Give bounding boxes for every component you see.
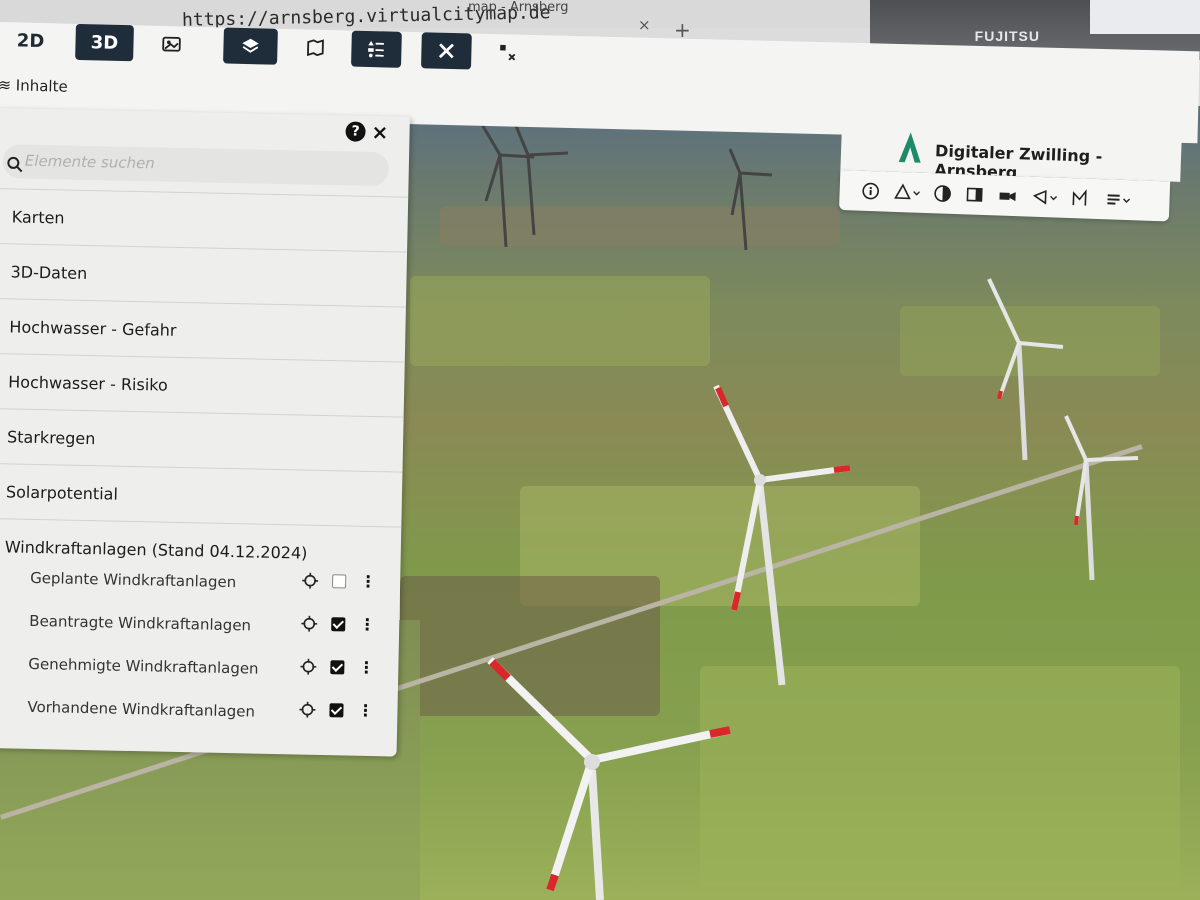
help-icon[interactable]: ? [345,121,366,142]
more-icon[interactable] [1105,190,1132,209]
zoom-to-layer-icon[interactable] [300,658,317,675]
browser-tab-title[interactable]: map - Arnsberg [468,0,568,15]
measure-icon[interactable] [893,183,920,202]
close-icon[interactable]: × [371,120,388,144]
layer-checkbox-genehmigte[interactable] [330,660,345,675]
layer-menu-icon[interactable]: ⋮ [358,658,374,677]
wind-turbine [1064,415,1139,581]
app-header: Digitaler Zwilling - Arnsberg [838,124,1182,248]
flight-icon[interactable] [1031,188,1058,207]
screen-corner [1090,0,1200,34]
wind-turbine [487,657,731,900]
wind-turbine [713,384,851,686]
layer-label: Genehmigte Windkraftanlagen [28,654,259,678]
profile-icon[interactable] [1071,189,1092,208]
layer-menu-icon[interactable]: ⋮ [357,701,373,720]
info-icon[interactable] [861,182,880,201]
search-icon [7,156,23,173]
arnsberg-logo [898,132,921,163]
tab-close-icon[interactable]: × [638,16,651,34]
viewpoint-icon[interactable] [997,186,1018,205]
layer-label: Vorhandene Windkraftanlagen [27,697,256,721]
layer-menu-icon[interactable]: ⋮ [359,615,375,634]
wind-turbine [478,120,569,248]
category-starkregen[interactable]: Starkregen [0,407,404,472]
search-box[interactable] [2,144,390,187]
category-hochwasser-gefahr[interactable]: Hochwasser - Gefahr [0,297,406,362]
image-icon[interactable] [151,26,192,63]
tools-icon[interactable] [420,32,472,70]
content-tab-inhalte[interactable]: ≋ Inhalte [0,76,68,96]
search-input[interactable] [22,150,328,177]
layer-controls: ⋮ [300,658,375,677]
compare-icon[interactable] [487,34,528,71]
shadow-icon[interactable] [933,184,952,203]
split-view-icon[interactable] [965,185,984,204]
zoom-to-layer-icon[interactable] [299,701,316,718]
layer-controls: ⋮ [301,615,375,634]
legend-list-icon[interactable] [351,30,402,68]
layer-label: Geplante Windkraftanlagen [29,568,237,592]
wind-turbine [987,278,1064,461]
inhalte-label: Inhalte [15,76,68,96]
mode-3d-button[interactable]: 3D [75,23,134,62]
category-solarpotential[interactable]: Solarpotential [0,462,403,527]
category-karten[interactable]: Karten [0,187,409,252]
layer-checkbox-vorhandene[interactable] [329,703,344,718]
layer-controls: ⋮ [299,701,374,720]
mode-2d-button[interactable]: 2D [7,22,54,59]
map-field [700,666,1180,886]
category-3d-daten[interactable]: 3D-Daten [0,242,408,307]
layer-controls: ⋮ [302,572,376,591]
wind-turbine [728,148,773,251]
browser-tab-strip: https://arnsberg.virtualcitymap.de map -… [0,0,900,42]
map-book-icon[interactable] [295,29,336,66]
layer-checkbox-geplante[interactable] [332,574,347,589]
layers-icon[interactable] [223,27,278,65]
layer-menu-icon[interactable]: ⋮ [360,572,376,591]
monitor-brand: FUJITSU [974,28,1040,44]
content-panel: ? × Karten 3D-Daten Hochwasser - Gefahr … [0,108,410,757]
category-hochwasser-risiko[interactable]: Hochwasser - Risiko [0,352,405,417]
zoom-to-layer-icon[interactable] [302,572,319,589]
zoom-to-layer-icon[interactable] [301,615,318,632]
layer-label: Beantragte Windkraftanlagen [29,611,252,635]
map-field [410,276,710,366]
layer-checkbox-beantragte[interactable] [331,617,346,632]
